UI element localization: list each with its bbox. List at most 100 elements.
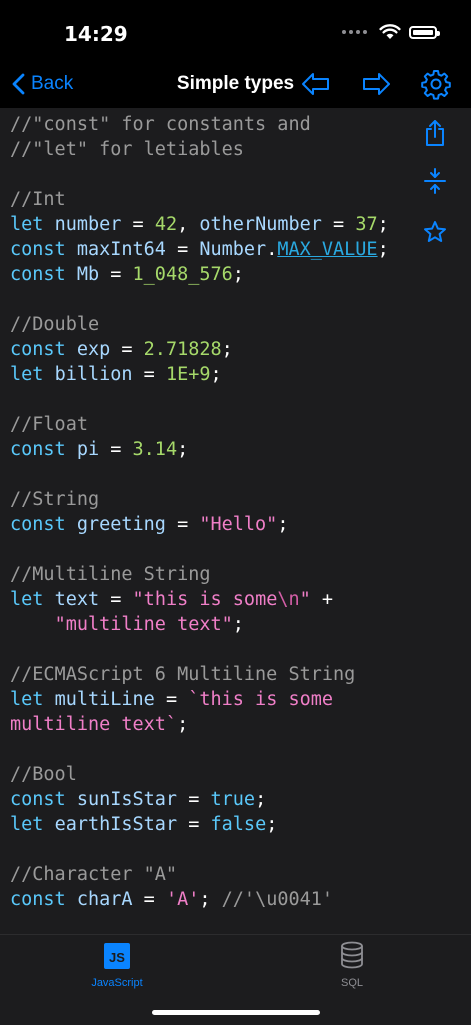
code-token: billion — [54, 364, 133, 385]
code-token: //Int — [10, 189, 66, 210]
code-line: let number = 42, otherNumber = 37; — [10, 212, 389, 237]
code-token: const — [10, 789, 77, 810]
code-token: . — [266, 239, 278, 260]
code-token: //'\u0041' — [221, 889, 334, 910]
code-token: ; — [210, 364, 222, 385]
code-line: //Double — [10, 312, 389, 337]
code-line: const exp = 2.71828; — [10, 337, 389, 362]
next-arrow-button[interactable] — [360, 68, 392, 100]
back-button[interactable]: Back — [12, 70, 73, 98]
settings-button[interactable] — [420, 68, 452, 100]
status-indicators — [342, 24, 440, 40]
code-token: let — [10, 589, 55, 610]
code-token: text — [54, 589, 100, 610]
code-line: const sunIsStar = true; — [10, 787, 389, 812]
code-line: let multiLine = `this is some — [10, 687, 389, 712]
code-token: let — [10, 214, 55, 235]
code-token: \n — [277, 589, 300, 610]
status-bar: 14:29 — [0, 0, 471, 62]
code-line: const maxInt64 = Number.MAX_VALUE; — [10, 237, 389, 262]
arrow-left-icon — [302, 73, 329, 95]
chevron-left-icon — [12, 73, 25, 95]
code-token: //"let" for letiables — [10, 139, 244, 160]
code-line: let text = "this is some\n" + — [10, 587, 389, 612]
code-token: number — [54, 214, 122, 235]
back-button-label: Back — [31, 73, 74, 94]
code-token: ; — [232, 264, 244, 285]
code-token: let — [10, 814, 55, 835]
code-token: Number — [199, 239, 267, 260]
code-token: = — [121, 214, 155, 235]
code-token: 1_048_576 — [132, 264, 233, 285]
code-token: true — [210, 789, 256, 810]
code-token: 37 — [355, 214, 378, 235]
code-token: , — [177, 214, 200, 235]
code-token: greeting — [76, 514, 166, 535]
code-editor[interactable]: //"const" for constants and //"let" for l… — [0, 108, 471, 934]
code-token: ; — [199, 889, 222, 910]
code-token: 2.71828 — [143, 339, 222, 360]
js-icon: JS — [104, 943, 130, 969]
collapse-icon — [424, 168, 446, 194]
code-token: //Float — [10, 414, 88, 435]
code-token: maxInt64 — [76, 239, 166, 260]
code-token: = — [321, 214, 356, 235]
code-token: ; — [266, 814, 278, 835]
star-icon — [424, 221, 446, 242]
code-token: = — [165, 514, 200, 535]
tab-javascript[interactable]: JS JavaScript — [57, 941, 177, 993]
code-token[interactable]: MAX_VALUE — [277, 239, 377, 260]
code-token: //String — [10, 489, 100, 510]
tab-javascript-label: JavaScript — [91, 977, 143, 989]
code-token: exp — [76, 339, 111, 360]
code-token: ; — [277, 514, 289, 535]
code-token: 1E+9 — [165, 364, 211, 385]
code-token: "this is some — [132, 589, 278, 610]
code-line: multiline text`; — [10, 712, 389, 737]
code-token: charA — [76, 889, 133, 910]
code-token: ; — [221, 339, 233, 360]
code-token: = — [177, 789, 211, 810]
code-token: = — [99, 439, 133, 460]
code-token: const — [10, 339, 77, 360]
code-token: const — [10, 239, 77, 260]
code-token: //"const" for constants and — [10, 114, 311, 135]
code-token: ; — [255, 789, 267, 810]
code-token: multiLine — [54, 689, 155, 710]
code-token: const — [10, 889, 77, 910]
code-line: const pi = 3.14; — [10, 437, 389, 462]
code-token: //Character "A" — [10, 864, 178, 885]
wifi-icon — [379, 24, 401, 39]
share-button[interactable] — [413, 116, 457, 150]
code-token: 'A' — [165, 889, 200, 910]
code-token: 42 — [154, 214, 178, 235]
favorite-button[interactable] — [413, 215, 457, 249]
gear-icon — [421, 70, 451, 100]
previous-arrow-button[interactable] — [300, 68, 332, 100]
code-token: const — [10, 439, 77, 460]
code-line: "multiline text"; — [10, 612, 389, 637]
code-token: let — [10, 364, 55, 385]
code-token: ; — [377, 214, 389, 235]
code-token: let — [10, 689, 55, 710]
code-token: = — [99, 589, 133, 610]
code-line: //Character "A" — [10, 862, 389, 887]
code-line: //String — [10, 487, 389, 512]
code-token: "Hello" — [199, 514, 278, 535]
code-line: //Int — [10, 187, 389, 212]
code-line: const greeting = "Hello"; — [10, 512, 389, 537]
collapse-button[interactable] — [413, 164, 457, 198]
code-token: const — [10, 264, 77, 285]
tab-sql[interactable]: SQL — [292, 941, 412, 993]
status-time: 14:29 — [64, 22, 128, 46]
code-token: `this is some — [188, 689, 334, 710]
code-token: " — [299, 589, 311, 610]
